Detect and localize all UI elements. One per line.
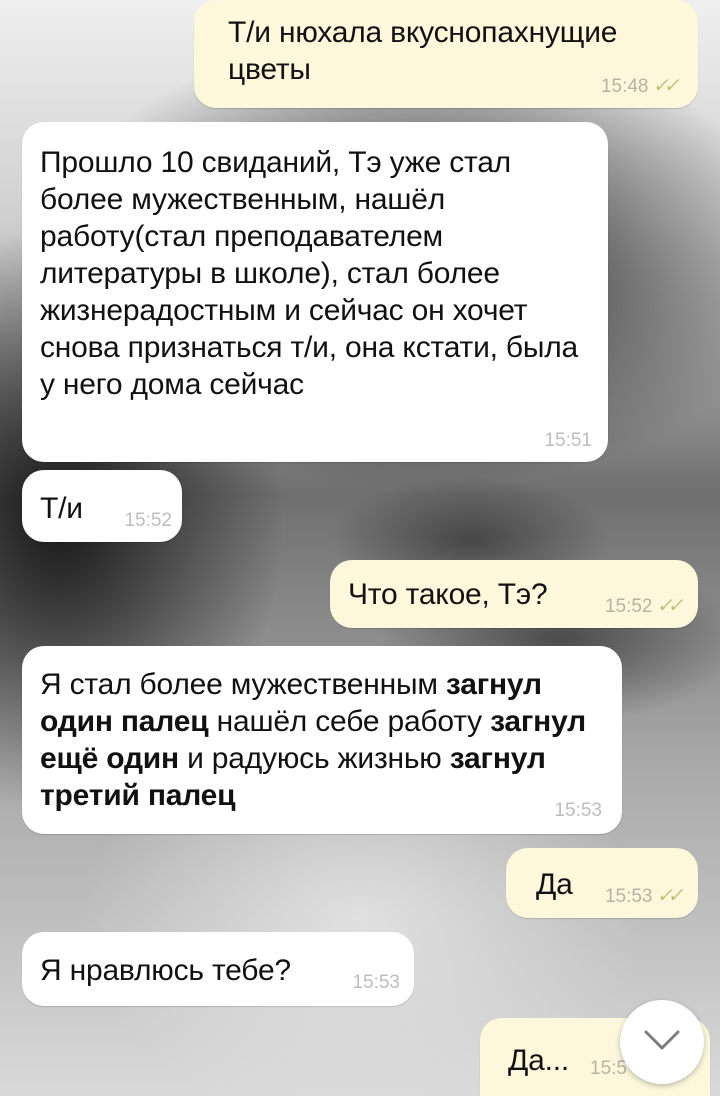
message-meta: 15:48 ✓✓ (600, 73, 679, 98)
message-text: Что такое, Тэ? (348, 578, 548, 611)
message-bubble-outgoing[interactable]: Да 15:53 ✓✓ (506, 848, 698, 918)
message-time: 15:53 (554, 800, 602, 821)
message-meta: 15:53 ✓✓ (604, 883, 683, 908)
message-time: 15:48 (600, 76, 649, 97)
message-time: 15:53 (352, 972, 400, 993)
message-text: Т/и (40, 492, 83, 525)
read-ticks-icon: ✓✓ (656, 595, 683, 617)
message-bubble-incoming[interactable]: Т/и 15:52 (22, 470, 182, 542)
message-bubble-outgoing[interactable]: Т/и нюхала вкуснопахнущие цветы 15:48 ✓✓ (194, 0, 698, 108)
message-bubble-incoming[interactable]: Я стал более мужественным загнул один па… (22, 646, 622, 834)
read-ticks-icon: ✓✓ (656, 885, 683, 907)
message-text: Прошло 10 свиданий, Тэ уже стал более му… (40, 146, 579, 401)
message-text: Я нравлюсь тебе? (40, 954, 291, 987)
message-text-part: и радуюсь жизнью (178, 742, 450, 775)
chevron-down-icon (644, 1030, 680, 1050)
message-time: 15:51 (544, 430, 592, 451)
scroll-to-bottom-button[interactable] (620, 1000, 704, 1084)
message-bubble-incoming[interactable]: Я нравлюсь тебе? 15:53 (22, 932, 414, 1006)
message-bubble-incoming[interactable]: Прошло 10 свиданий, Тэ уже стал более му… (22, 122, 608, 462)
message-text: Да (536, 868, 573, 901)
message-meta: 15:52 ✓✓ (604, 593, 683, 618)
message-text-part: Я стал более мужественным (40, 668, 446, 701)
message-text-part: нашёл себе работу (208, 705, 491, 738)
message-bubble-outgoing[interactable]: Что такое, Тэ? 15:52 ✓✓ (330, 560, 698, 628)
message-text: Я стал более мужественным загнул один па… (40, 666, 600, 814)
message-time: 15:52 (604, 596, 653, 617)
read-ticks-icon: ✓✓ (652, 75, 679, 97)
message-text: Да... (508, 1044, 570, 1077)
message-time: 15:5 (590, 1058, 627, 1079)
message-time: 15:52 (124, 510, 172, 531)
message-time: 15:53 (604, 886, 653, 907)
